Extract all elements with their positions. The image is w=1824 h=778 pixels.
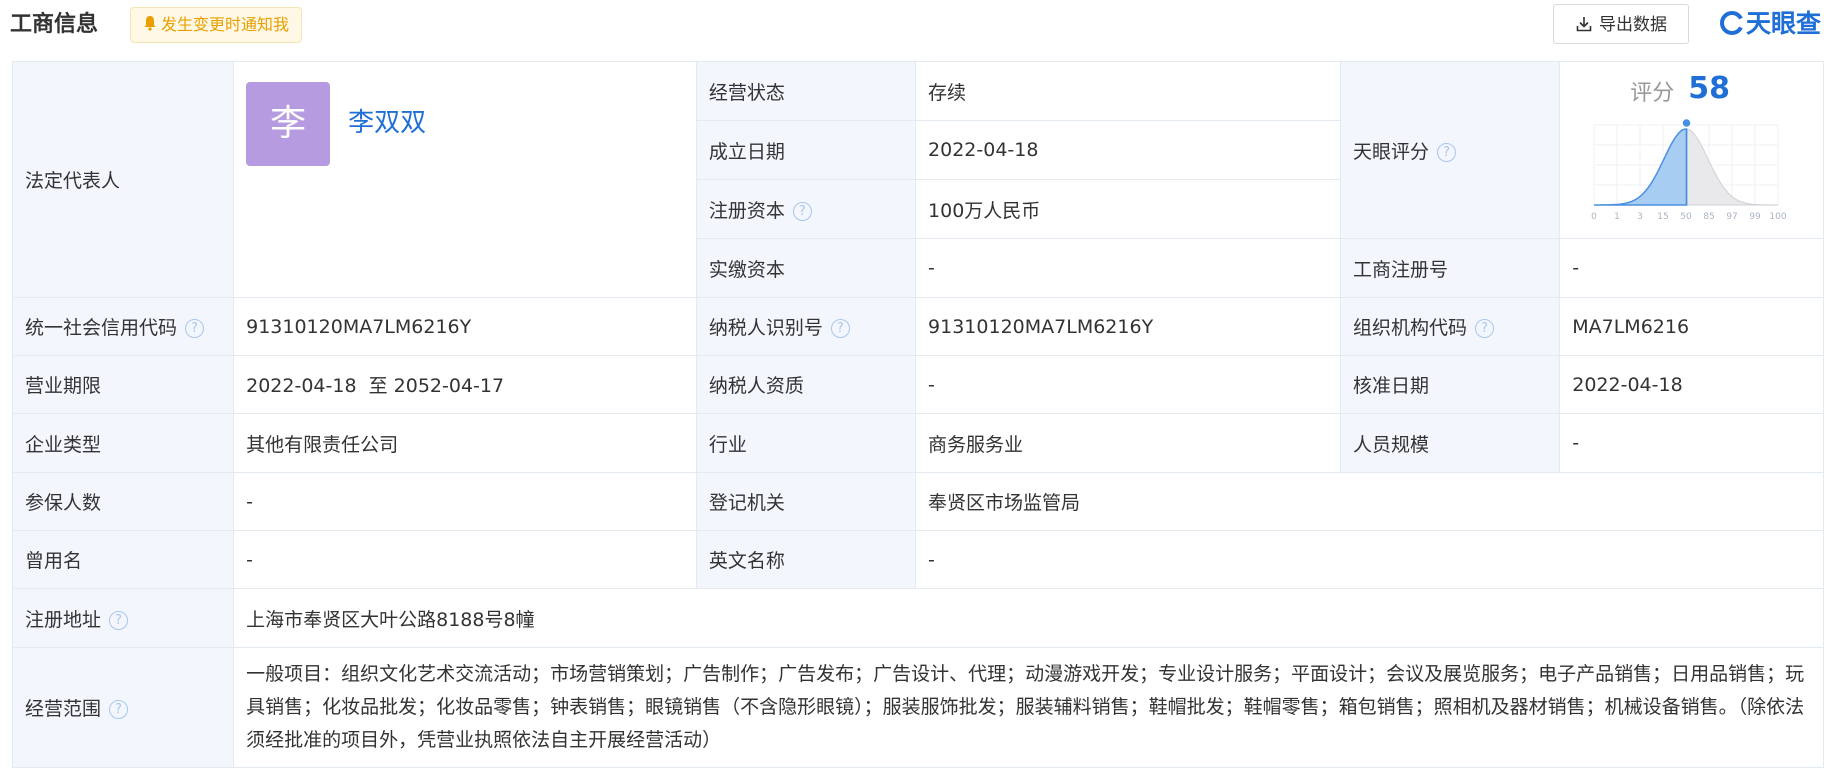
approval-date-label: 核准日期 [1339,355,1561,414]
reg-authority-label: 登记机关 [695,472,917,531]
help-icon[interactable]: ? [109,700,129,719]
english-name-label: 英文名称 [695,530,917,589]
taxpayer-qual-value: - [915,355,1341,414]
tianyan-score-label: 天眼评分 [1353,140,1430,163]
insured-label: 参保人数 [11,472,235,531]
legal-rep-label: 法定代表人 [11,61,235,298]
business-scope-value: 一般项目：组织文化艺术交流活动；市场营销策划；广告制作；广告发布；广告设计、代理… [233,647,1824,768]
company-type-label: 企业类型 [11,413,235,473]
industry-label: 行业 [695,413,917,473]
legal-rep-cell: 李 李双双 [233,61,697,298]
status-value: 存续 [915,61,1341,121]
score-distribution-chart: 0 1 3 15 50 85 97 99 100 [1591,117,1787,222]
org-code-label: 组织机构代码 [1353,317,1468,339]
approval-date-value: 2022-04-18 [1559,355,1824,414]
tick-label: 50 [1681,212,1693,222]
taxpayer-id-value[interactable]: 91310120MA7LM6216Y [915,297,1341,356]
tick-label: 0 [1591,212,1597,222]
taxpayer-id-label-cell: 纳税人识别号? [695,297,917,356]
english-name-value: - [915,530,1824,589]
help-icon[interactable]: ? [1475,319,1495,338]
business-scope-label: 经营范围 [25,698,102,720]
notify-label: 发生变更时通知我 [161,15,290,34]
legal-rep-name-link[interactable]: 李双双 [348,102,426,139]
business-term-value: 2022-04-18 至 2052-04-17 [233,355,697,414]
reg-authority-value: 奉贤区市场监管局 [915,472,1824,531]
section-title: 工商信息 [10,12,99,37]
org-code-label-cell: 组织机构代码? [1339,297,1561,356]
help-icon[interactable]: ? [185,319,205,338]
tianyan-score-label-cell: 天眼评分? [1339,61,1561,239]
credit-code-value[interactable]: 91310120MA7LM6216Y [233,297,697,356]
reg-address-value: 上海市奉贤区大叶公路8188号8幢 [233,588,1824,648]
reg-address-label-cell: 注册地址? [11,588,235,648]
taxpayer-qual-label: 纳税人资质 [695,355,917,414]
help-icon[interactable]: ? [830,319,850,338]
industry-value: 商务服务业 [915,413,1341,473]
credit-code-label: 统一社会信用代码 [25,317,178,339]
tick-label: 1 [1614,212,1620,222]
help-icon[interactable]: ? [1437,142,1457,162]
staff-size-value: - [1559,413,1824,473]
score-label: 评分 [1630,81,1675,106]
score-value: 58 [1688,71,1730,106]
registered-capital-value: 100万人民币 [915,179,1341,239]
status-label: 经营状态 [695,61,917,121]
tick-label: 99 [1750,212,1762,222]
paid-capital-label: 实缴资本 [695,238,917,298]
bell-icon [143,9,157,43]
reg-number-value: - [1559,238,1824,298]
logo-icon [1720,11,1744,35]
avatar[interactable]: 李 [246,82,331,166]
help-icon[interactable]: ? [109,610,129,630]
org-code-value[interactable]: MA7LM6216 [1559,297,1824,356]
tianyancha-logo[interactable]: 天眼查 [1720,6,1821,42]
business-term-label: 营业期限 [11,355,235,414]
help-icon[interactable]: ? [792,201,812,221]
taxpayer-id-label: 纳税人识别号 [708,317,823,339]
tick-label: 85 [1704,212,1715,222]
section-header: 工商信息 发生变更时通知我 导出数据 天眼查 [0,0,1824,60]
company-type-value: 其他有限责任公司 [233,413,697,473]
registered-capital-label-cell: 注册资本? [695,179,917,239]
score-cell[interactable]: 评分 58 0 1 3 15 50 85 97 99 100 [1559,61,1824,239]
former-name-label: 曾用名 [11,530,235,589]
paid-capital-value: - [915,238,1341,298]
business-info-table: 法定代表人 李 李双双 经营状态 存续 天眼评分? 评分 58 0 1 3 15 50 8… [11,61,1824,768]
export-data-button[interactable]: 导出数据 [1553,4,1689,44]
former-name-value: - [233,530,697,589]
established-label: 成立日期 [695,120,917,180]
reg-address-label: 注册地址 [25,608,102,631]
tick-label: 3 [1637,212,1643,222]
download-icon [1576,16,1592,31]
tick-label: 97 [1727,212,1738,222]
notify-on-change-button[interactable]: 发生变更时通知我 [130,7,303,43]
tick-label: 100 [1770,212,1787,222]
logo-text: 天眼查 [1746,9,1822,38]
credit-code-label-cell: 统一社会信用代码? [11,297,235,356]
established-value: 2022-04-18 [915,120,1341,180]
business-scope-label-cell: 经营范围? [11,647,235,768]
score-pin-icon [1681,117,1693,129]
registered-capital-label: 注册资本 [708,199,785,222]
insured-value: - [233,472,697,531]
export-label: 导出数据 [1599,15,1667,35]
staff-size-label: 人员规模 [1339,413,1561,473]
reg-number-label: 工商注册号 [1339,238,1561,298]
tick-label: 15 [1658,212,1669,222]
